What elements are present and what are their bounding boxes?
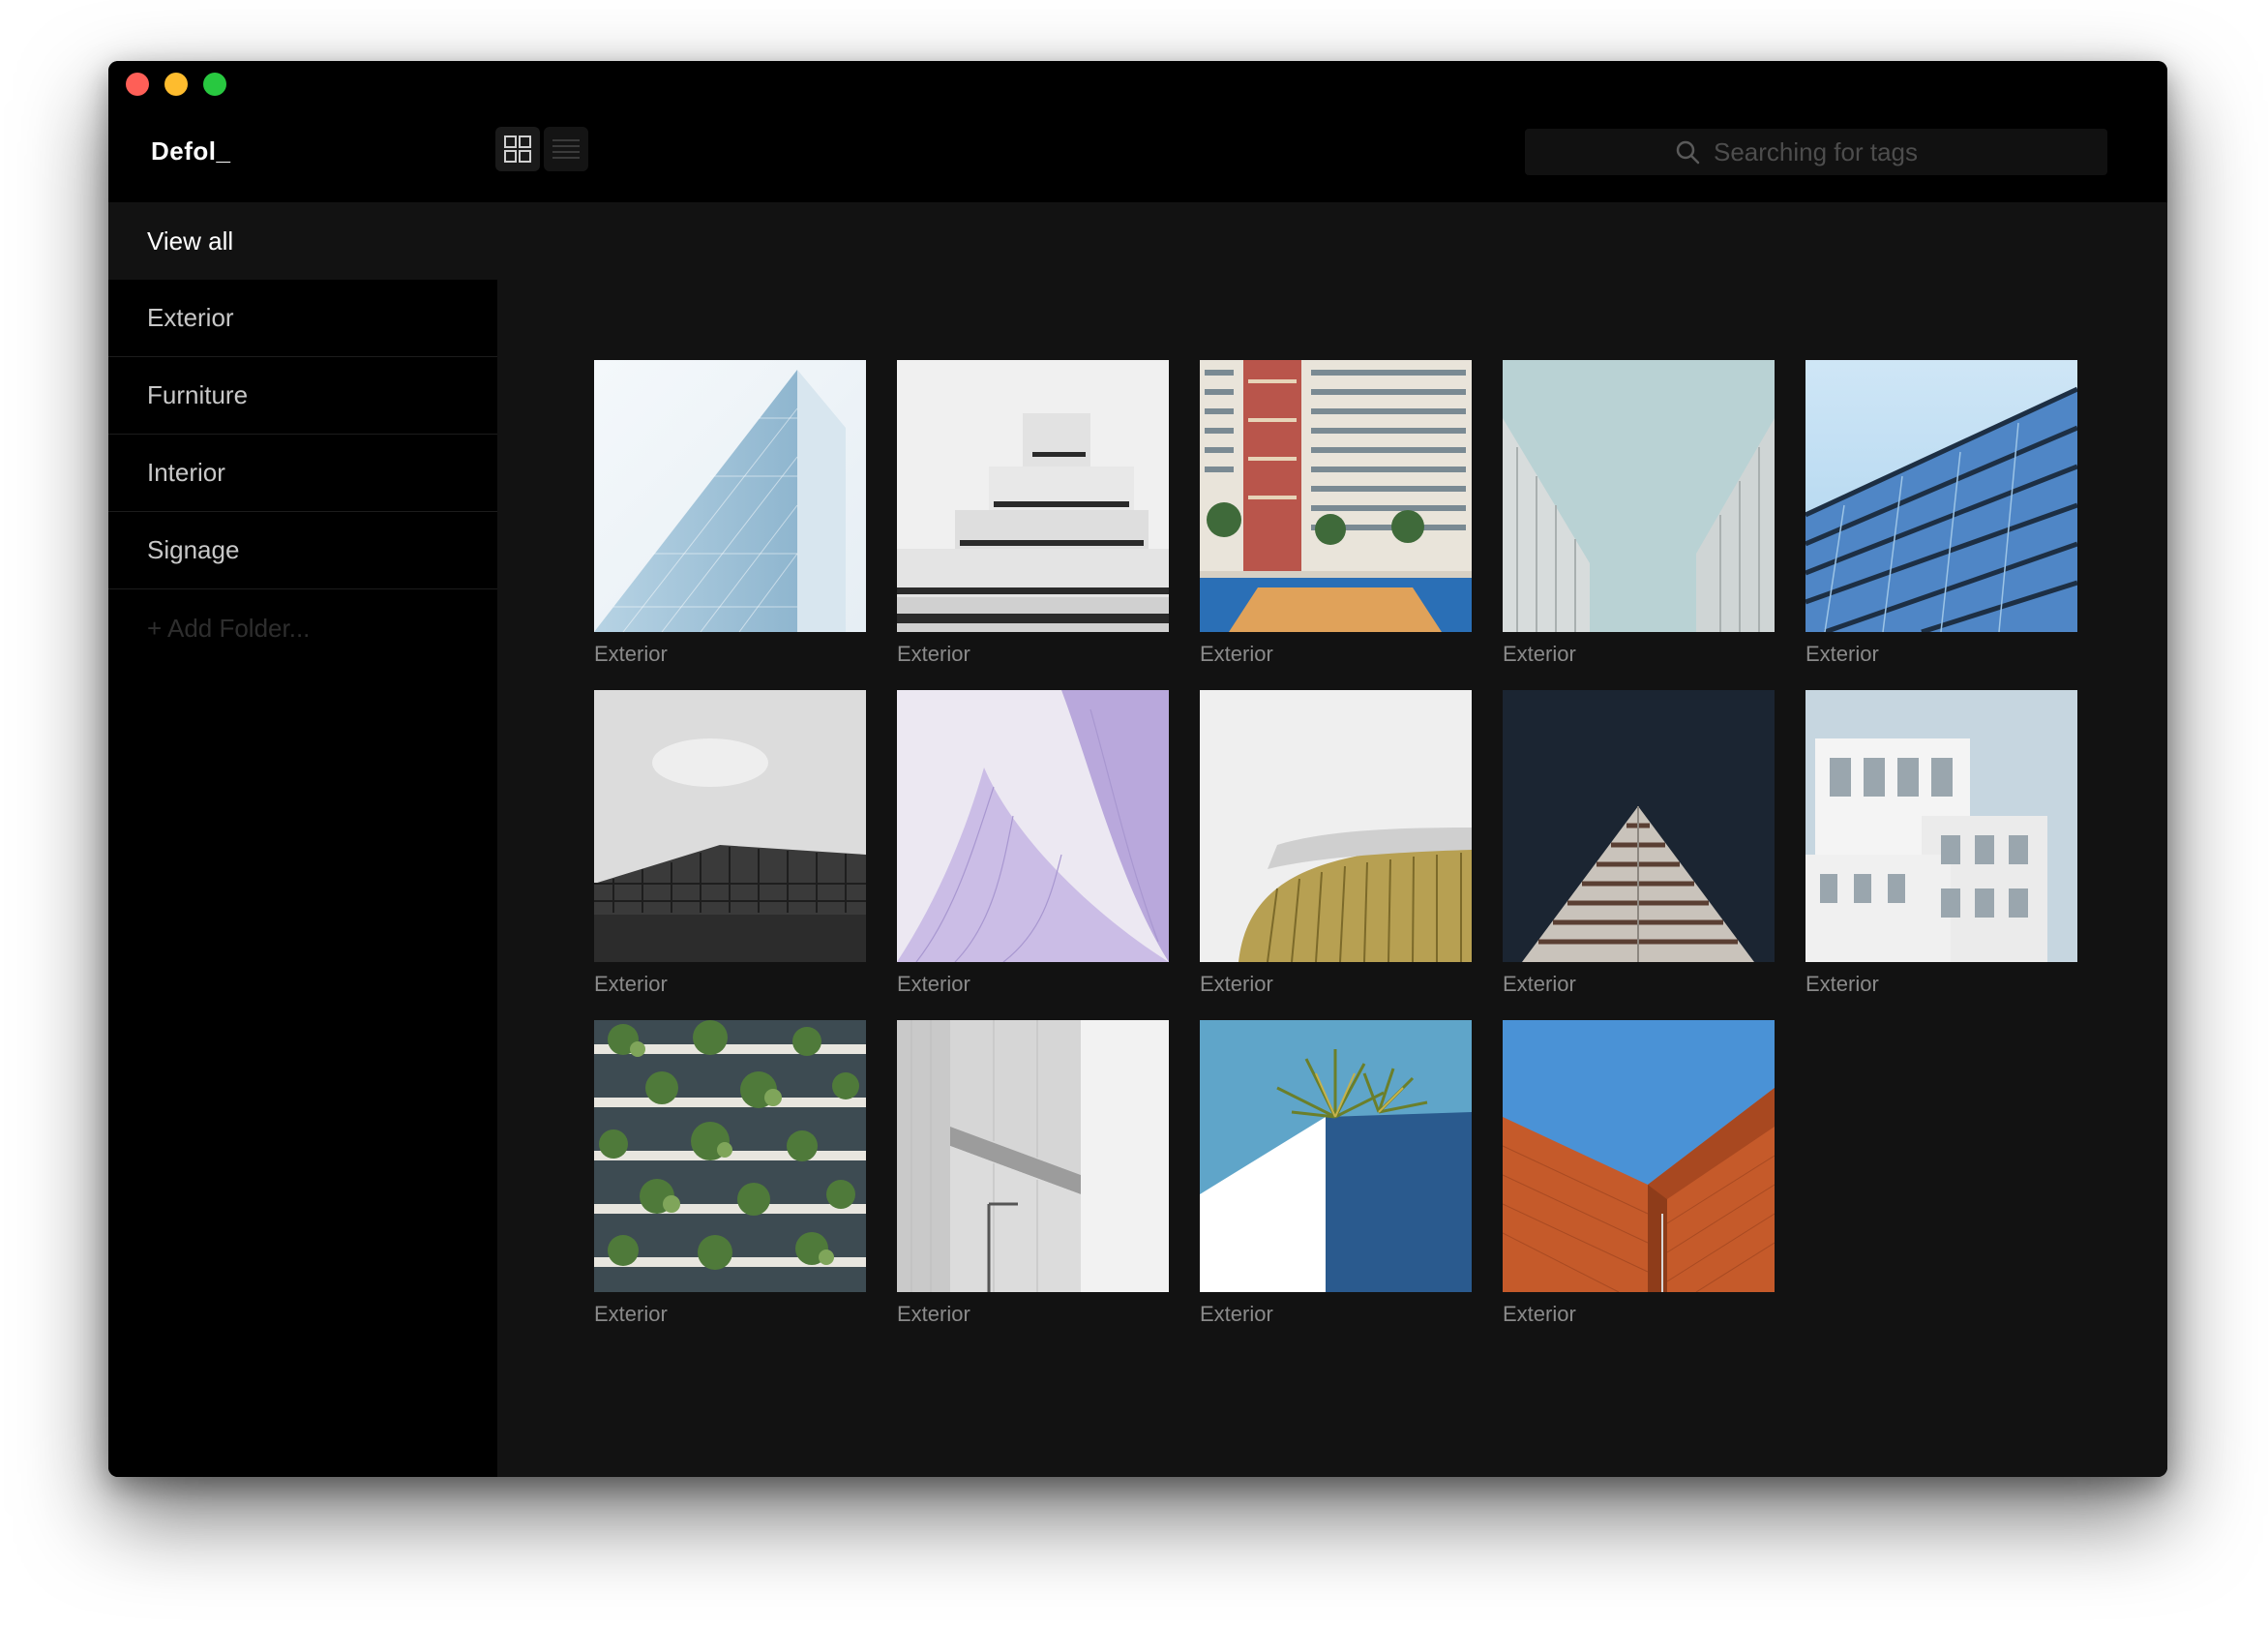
two-towers-sky-thumbnail [1503,360,1775,632]
palm-on-blue-building-thumbnail [1200,1020,1472,1292]
gallery-item[interactable]: Exterior [897,690,1169,997]
sidebar-item-signage[interactable]: Signage [108,512,497,589]
image-caption: Exterior [594,642,668,666]
add-folder-label: + Add Folder... [147,613,311,643]
tower-night-sky-thumbnail [1503,690,1775,962]
sidebar-item-exterior[interactable]: Exterior [108,280,497,357]
list-view-button[interactable] [544,127,588,171]
gallery-item[interactable]: Exterior [594,1020,866,1327]
gallery: Exterior Exterior Exterior Exterior Exte… [497,202,2167,1477]
image-caption: Exterior [1503,642,1576,666]
search-icon [1676,140,1700,165]
image-caption: Exterior [1503,972,1576,996]
white-cubic-building-thumbnail [1805,690,2077,962]
sidebar-item-label: Interior [147,458,225,487]
view-toggle [495,127,588,171]
gallery-item[interactable]: Exterior [897,1020,1169,1327]
sidebar-item-interior[interactable]: Interior [108,435,497,512]
golden-slat-canopy-thumbnail [1200,690,1472,962]
title-bar: Defol_ [108,61,2167,202]
sidebar-item-label: Signage [147,535,240,564]
sidebar: View all Exterior Furniture Interior Sig… [108,202,497,1477]
list-icon [552,139,580,159]
zoom-window-button[interactable] [203,73,226,96]
image-caption: Exterior [1200,642,1273,666]
add-folder-button[interactable]: + Add Folder... [108,589,497,667]
image-caption: Exterior [1805,972,1879,996]
gallery-item[interactable]: Exterior [897,360,1169,667]
app-logo: Defol_ [151,136,231,166]
vertical-forest-thumbnail [594,1020,866,1292]
gallery-item[interactable]: Exterior [1200,690,1472,997]
grid-view-button[interactable] [495,127,540,171]
image-caption: Exterior [1200,1302,1273,1326]
blue-glass-facade-thumbnail [1805,360,2077,632]
sidebar-item-label: Exterior [147,303,234,332]
minimize-window-button[interactable] [164,73,188,96]
gallery-item[interactable]: Exterior [1503,690,1775,997]
steel-frame-roof-thumbnail [594,690,866,962]
window-controls [126,73,226,96]
image-caption: Exterior [594,972,668,996]
gallery-item[interactable]: Exterior [1200,360,1472,667]
brick-corner-building-thumbnail [1503,1020,1775,1292]
image-caption: Exterior [1805,642,1879,666]
image-caption: Exterior [1503,1302,1576,1326]
image-caption: Exterior [594,1302,668,1326]
gallery-item[interactable]: Exterior [594,360,866,667]
sidebar-item-label: View all [147,226,234,256]
search-bar[interactable] [1525,129,2107,175]
image-caption: Exterior [897,1302,970,1326]
gallery-item[interactable]: Exterior [1503,360,1775,667]
grid-icon [504,136,531,163]
glass-tower-thumbnail [594,360,866,632]
sidebar-item-label: Furniture [147,380,249,409]
lavender-curves-thumbnail [897,690,1169,962]
apartment-block-court-thumbnail [1200,360,1472,632]
image-caption: Exterior [897,972,970,996]
image-caption: Exterior [1200,972,1273,996]
gallery-item[interactable]: Exterior [1805,360,2077,667]
gallery-item[interactable]: Exterior [594,690,866,997]
white-brutalist-building-thumbnail [897,360,1169,632]
gallery-item[interactable]: Exterior [1200,1020,1472,1327]
app-window: Defol_ Searching for tags View all Exter… [108,61,2167,1477]
search-input[interactable] [1712,136,1957,168]
image-caption: Exterior [897,642,970,666]
sidebar-item-view-all[interactable]: View all [108,202,497,280]
grey-concrete-blocks-thumbnail [897,1020,1169,1292]
gallery-item[interactable]: Exterior [1805,690,2077,997]
sidebar-item-furniture[interactable]: Furniture [108,357,497,435]
gallery-item[interactable]: Exterior [1503,1020,1775,1327]
close-window-button[interactable] [126,73,149,96]
